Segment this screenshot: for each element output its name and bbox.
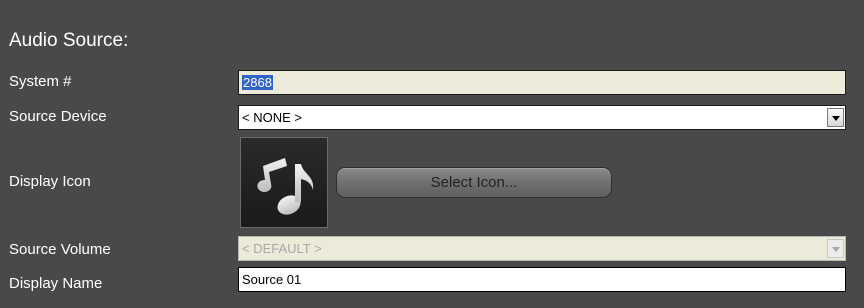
system-num-value: 2868 bbox=[242, 75, 273, 90]
chevron-down-icon[interactable] bbox=[827, 239, 844, 258]
source-device-dropdown[interactable]: < NONE > bbox=[238, 105, 846, 130]
source-volume-value: < DEFAULT > bbox=[242, 241, 322, 256]
display-name-value: Source 01 bbox=[242, 272, 302, 287]
display-name-input[interactable]: Source 01 bbox=[238, 267, 846, 292]
display-icon-label: Display Icon bbox=[9, 173, 91, 190]
select-icon-button[interactable]: Select Icon... bbox=[336, 167, 612, 198]
source-device-value: < NONE > bbox=[242, 110, 302, 125]
display-icon-preview bbox=[240, 137, 328, 228]
source-volume-label: Source Volume bbox=[9, 241, 111, 258]
display-name-label: Display Name bbox=[9, 275, 103, 292]
chevron-down-icon[interactable] bbox=[827, 108, 844, 127]
source-device-label: Source Device bbox=[9, 108, 107, 125]
section-title: Audio Source: bbox=[9, 30, 129, 51]
music-note-icon bbox=[257, 158, 314, 215]
system-num-label: System # bbox=[9, 73, 72, 90]
source-volume-dropdown[interactable]: < DEFAULT > bbox=[238, 236, 846, 261]
system-num-field[interactable]: 2868 bbox=[238, 70, 846, 95]
